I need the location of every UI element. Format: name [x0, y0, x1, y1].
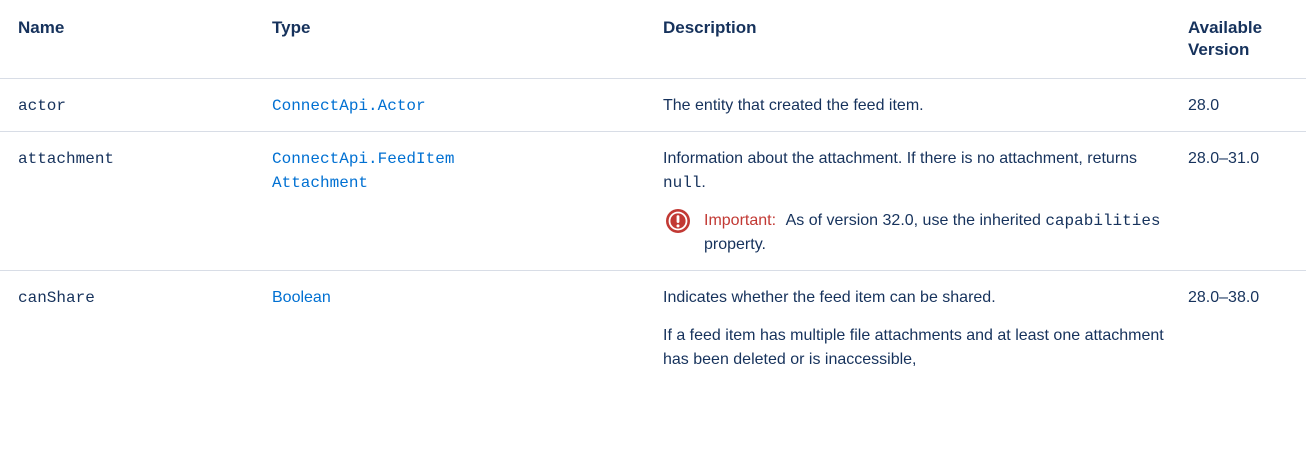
- property-table: Name Type Description Available Version …: [0, 0, 1306, 385]
- type-link[interactable]: ConnectApi.Actor: [272, 97, 426, 115]
- table-header-row: Name Type Description Available Version: [0, 0, 1306, 79]
- important-text: Important: As of version 32.0, use the i…: [704, 209, 1168, 257]
- column-header-description: Description: [653, 0, 1178, 79]
- property-name: actor: [18, 97, 67, 115]
- property-name: canShare: [18, 289, 95, 307]
- available-version: 28.0–31.0: [1188, 150, 1260, 167]
- column-header-type: Type: [262, 0, 653, 79]
- description-text: Information about the attachment. If the…: [663, 150, 1138, 167]
- available-version: 28.0: [1188, 97, 1220, 114]
- property-description: The entity that created the feed item.: [663, 97, 924, 114]
- important-label: Important:: [704, 212, 777, 229]
- description-text-end: .: [701, 174, 706, 191]
- important-code: capabilities: [1045, 212, 1161, 230]
- property-name: attachment: [18, 150, 115, 168]
- property-description-continued: If a feed item has multiple file attachm…: [663, 327, 1164, 368]
- type-link[interactable]: ConnectApi.FeedItem Attachment: [272, 150, 454, 192]
- type-link-line2[interactable]: Attachment: [272, 174, 368, 192]
- description-code: null: [663, 174, 702, 192]
- column-header-version: Available Version: [1178, 0, 1306, 79]
- column-header-name: Name: [0, 0, 262, 79]
- table-row: attachment ConnectApi.FeedItem Attachment…: [0, 131, 1306, 271]
- available-version: 28.0–38.0: [1188, 289, 1260, 306]
- table-row: canShare Boolean Indicates whether the f…: [0, 271, 1306, 386]
- property-description: Information about the attachment. If the…: [663, 147, 1168, 195]
- property-description: Indicates whether the feed item can be s…: [663, 289, 996, 306]
- table-row: actor ConnectApi.Actor The entity that c…: [0, 78, 1306, 132]
- type-link-line1[interactable]: ConnectApi.FeedItem: [272, 150, 454, 168]
- important-body-end: property.: [704, 236, 766, 253]
- exclamation-circle-icon: [666, 209, 690, 233]
- important-body: As of version 32.0, use the inherited: [785, 212, 1046, 229]
- type-link[interactable]: Boolean: [272, 289, 331, 306]
- important-note: Important: As of version 32.0, use the i…: [663, 209, 1168, 257]
